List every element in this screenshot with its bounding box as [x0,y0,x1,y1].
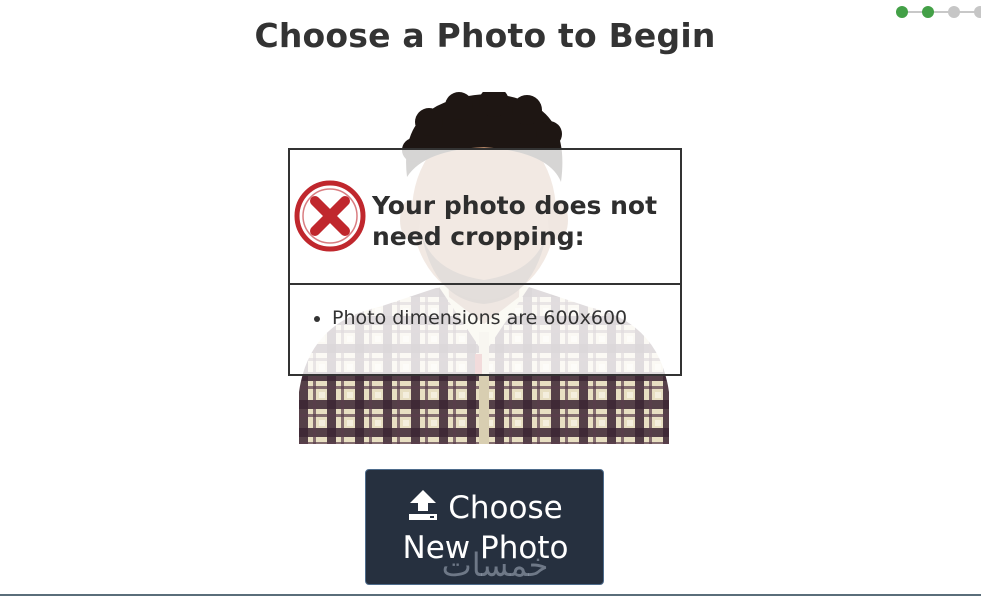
step-4-dot [974,6,981,18]
stepper-track [900,11,981,13]
page-title: Choose a Photo to Begin [254,16,716,55]
step-1-dot [896,6,908,18]
error-detail-item: Photo dimensions are 600x600 [332,307,627,329]
choose-button-label-1: Choose [448,490,563,526]
error-panel-body: Photo dimensions are 600x600 [290,285,680,374]
error-panel: Your photo does not need cropping: Photo… [288,148,682,376]
step-2-dot [922,6,934,18]
error-message: Your photo does not need cropping: [372,191,658,251]
watermark-text: خمسات [441,546,549,584]
choose-button-line1: Choose [366,488,605,528]
error-panel-header: Your photo does not need cropping: [290,150,680,285]
x-circle-icon [294,180,366,252]
step-3-dot [948,6,960,18]
upload-icon [409,490,438,520]
error-details-list: Photo dimensions are 600x600 [290,307,627,329]
progress-stepper [894,4,981,20]
